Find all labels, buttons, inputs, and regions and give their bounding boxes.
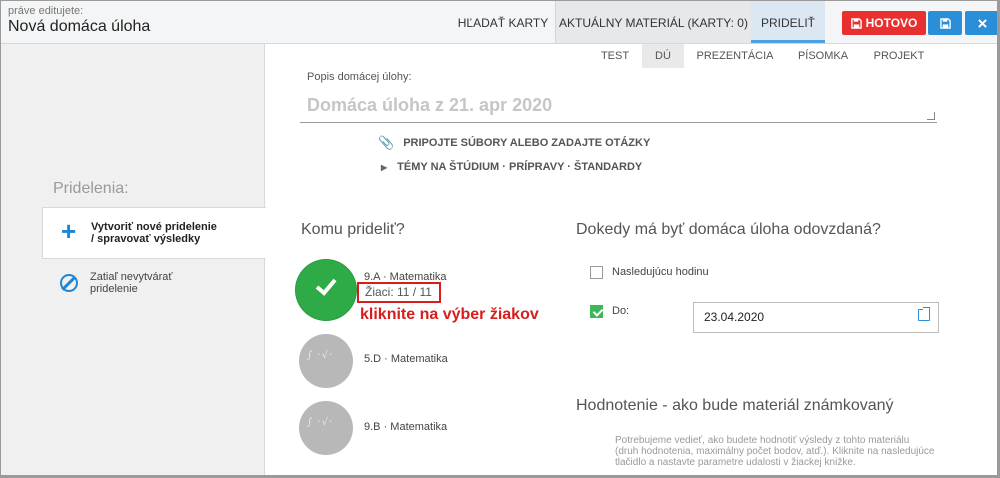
topics-label: TÉMY NA ŠTÚDIUM · PRÍPRAVY · ŠTANDARDY <box>397 161 643 173</box>
resize-handle-icon[interactable] <box>927 112 935 120</box>
description-textarea[interactable]: Domáca úloha z 21. apr 2020 <box>300 87 937 123</box>
class-avatar[interactable]: ∫ ·√· <box>299 401 353 455</box>
done-button[interactable]: HOTOVO <box>842 11 926 35</box>
tab-written-test[interactable]: PÍSOMKA <box>791 44 855 68</box>
attach-files-link[interactable]: 📎 PRIPOJTE SÚBORY ALEBO ZADAJTE OTÁZKY <box>378 135 650 151</box>
class-avatar-selected[interactable] <box>296 260 356 320</box>
done-label: HOTOVO <box>865 16 918 30</box>
close-icon <box>977 18 987 28</box>
until-label: Do: <box>612 305 630 317</box>
next-lesson-label: Nasledujúcu hodinu <box>612 266 709 278</box>
next-lesson-checkbox[interactable] <box>590 266 603 279</box>
due-heading: Dokedy má byť domáca úloha odovzdaná? <box>576 221 881 238</box>
tab-current-material[interactable]: AKTUÁLNY MATERIÁL (KARTY: 0) <box>555 1 751 43</box>
tab-presentation[interactable]: PREZENTÁCIA <box>691 44 779 68</box>
open-calendar-icon[interactable] <box>918 307 930 321</box>
class-avatar[interactable]: ∫ ·√· <box>299 334 353 388</box>
instruction-callout: kliknite na výber žiakov <box>360 306 539 323</box>
ban-icon <box>60 274 78 292</box>
sidebar-item-create-assignment[interactable]: + Vytvoriť nové pridelenie / spravovať vý… <box>42 207 266 259</box>
document-title: Nová domáca úloha <box>8 18 151 35</box>
close-button[interactable] <box>965 11 997 35</box>
top-bar: práve editujete: Nová domáca úloha HĽADA… <box>1 1 997 44</box>
grading-description: Potrebujeme vedieť, ako budete hodnotiť … <box>615 435 935 468</box>
app-window: práve editujete: Nová domáca úloha HĽADA… <box>0 0 1000 478</box>
save-button[interactable] <box>928 11 962 35</box>
math-illustration-icon: ∫ ·√· <box>307 417 334 428</box>
floppy-disk-icon <box>850 17 862 29</box>
check-icon <box>315 278 337 296</box>
tab-project[interactable]: PROJEKT <box>867 44 931 68</box>
floppy-disk-icon <box>939 17 951 29</box>
tab-search-cards[interactable]: HĽADAŤ KARTY <box>451 1 555 43</box>
caret-right-icon: ▶ <box>381 162 388 172</box>
assignments-heading: Pridelenia: <box>53 180 129 197</box>
students-selector[interactable]: Žiaci: 11 / 11 <box>357 282 441 303</box>
description-label: Popis domácej úlohy: <box>307 71 412 83</box>
description-value: Domáca úloha z 21. apr 2020 <box>307 95 553 115</box>
due-date-input[interactable]: 23.04.2020 <box>693 302 939 333</box>
editing-label: práve editujete: <box>8 5 84 17</box>
math-illustration-icon: ∫ ·√· <box>307 350 334 361</box>
until-date-checkbox[interactable] <box>590 305 603 318</box>
sidebar-item-no-assignment[interactable]: Zatiaľ nevytvárať pridelenie <box>42 265 266 305</box>
topics-expander[interactable]: ▶ TÉMY NA ŠTÚDIUM · PRÍPRAVY · ŠTANDARDY <box>381 161 642 173</box>
plus-icon: + <box>61 216 77 246</box>
assignments-sidebar <box>1 44 265 475</box>
attach-files-label: PRIPOJTE SÚBORY ALEBO ZADAJTE OTÁZKY <box>403 137 651 149</box>
grading-heading: Hodnotenie - ako bude materiál známkovan… <box>576 397 894 414</box>
assign-to-heading: Komu prideliť? <box>301 221 405 238</box>
class-name: 5.D · Matematika <box>364 353 448 365</box>
class-name: 9.B · Matematika <box>364 421 448 433</box>
tab-homework[interactable]: DÚ <box>642 44 684 68</box>
paperclip-icon: 📎 <box>378 135 395 150</box>
sidebar-item-label: Vytvoriť nové pridelenie / spravovať výsl… <box>91 221 217 245</box>
tab-assign[interactable]: PRIDELIŤ <box>751 1 825 43</box>
due-date-value: 23.04.2020 <box>704 310 765 324</box>
tab-test[interactable]: TEST <box>593 44 637 68</box>
sidebar-item-label: Zatiaľ nevytvárať pridelenie <box>90 271 173 295</box>
